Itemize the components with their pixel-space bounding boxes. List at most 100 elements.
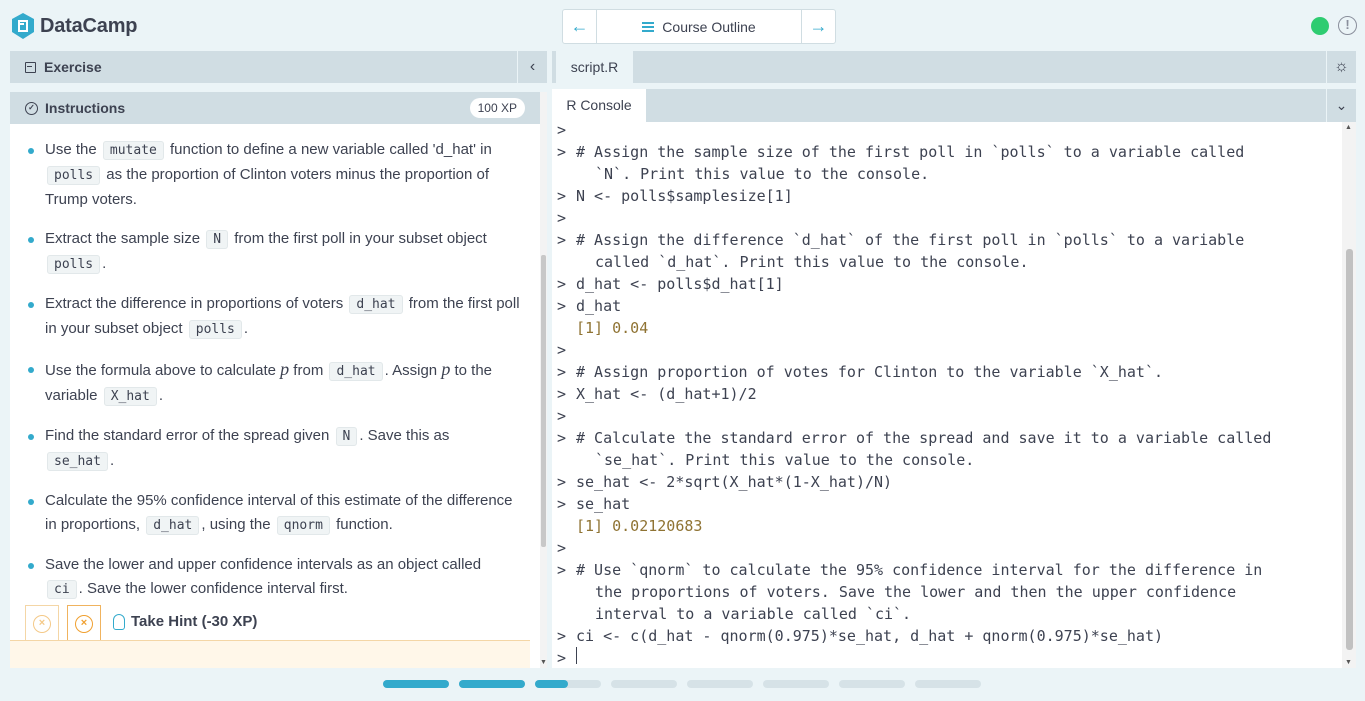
progress-segment[interactable]: [383, 680, 449, 688]
console-line: > se_hat <- 2*sqrt(X_hat*(1-X_hat)/N): [557, 471, 1343, 493]
console-line: `N`. Print this value to the console.: [557, 163, 1343, 185]
instruction-item: Extract the difference in proportions of…: [26, 292, 520, 342]
instructions-header: ✓ Instructions 100 XP: [10, 92, 540, 124]
console-prompt: >: [557, 187, 567, 205]
scroll-down-icon[interactable]: ▼: [1345, 659, 1352, 666]
hint-tab-2[interactable]: ×: [67, 605, 101, 641]
console-line: interval to a variable called `ci`.: [557, 603, 1343, 625]
console-line: called `d_hat`. Print this value to the …: [557, 251, 1343, 273]
scroll-up-icon[interactable]: ▲: [1345, 124, 1352, 131]
console-text: # Use `qnorm` to calculate the 95% confi…: [576, 561, 1263, 579]
instructions-scrollbar[interactable]: ▼: [540, 92, 547, 668]
instructions-label: Instructions: [45, 100, 126, 116]
instruction-text: Extract the sample size: [45, 230, 205, 247]
r-console[interactable]: > > # Assign the sample size of the first …: [552, 122, 1356, 668]
progress-fill: [459, 680, 525, 688]
instruction-item: Use the mutate function to define a new …: [26, 138, 520, 212]
tab-r-console[interactable]: R Console: [552, 89, 646, 122]
inline-code: mutate: [102, 141, 164, 160]
course-outline-button[interactable]: Course Outline: [597, 10, 801, 43]
console-prompt: >: [557, 385, 567, 403]
console-prompt: >: [557, 341, 567, 359]
instruction-text: , using the: [201, 516, 275, 533]
console-line: > X_hat <- (d_hat+1)/2: [557, 383, 1343, 405]
close-circle-icon: ×: [75, 614, 93, 633]
console-prompt: >: [557, 539, 567, 557]
console-text: se_hat <- 2*sqrt(X_hat*(1-X_hat)/N): [576, 473, 893, 491]
console-text: # Calculate the standard error of the sp…: [576, 429, 1272, 447]
collapse-console-button[interactable]: ⌄: [1326, 89, 1356, 122]
scrollbar-thumb[interactable]: [541, 255, 546, 547]
console-line: >: [557, 647, 1343, 668]
instruction-text: from: [289, 362, 328, 379]
console-prompt: >: [557, 495, 567, 513]
console-text: d_hat: [576, 297, 622, 315]
instruction-text: Find the standard error of the spread gi…: [45, 427, 334, 444]
editor-settings-button[interactable]: ☼: [1327, 51, 1356, 83]
hint-tab-1[interactable]: ×: [25, 605, 59, 641]
instruction-item: Calculate the 95% confidence interval of…: [26, 489, 520, 538]
progress-segment[interactable]: [687, 680, 753, 688]
console-prompt: >: [557, 407, 567, 425]
console-output: > > # Assign the sample size of the first …: [557, 122, 1343, 668]
progress-segment[interactable]: [839, 680, 905, 688]
console-prompt: [557, 317, 576, 339]
console-line: > # Calculate the standard error of the s…: [557, 427, 1343, 449]
console-line: > # Assign the difference `d_hat` of the …: [557, 229, 1343, 251]
connection-status-icon: [1311, 17, 1329, 35]
tab-script-r[interactable]: script.R: [556, 51, 633, 83]
console-line: > # Use `qnorm` to calculate the 95% conf…: [557, 559, 1343, 581]
scrollbar-thumb[interactable]: [1346, 249, 1353, 650]
scroll-down-icon[interactable]: ▼: [540, 659, 547, 666]
exercise-icon: [25, 61, 36, 73]
datacamp-logo[interactable]: DataCamp: [10, 12, 138, 40]
instruction-text: as the proportion of Clinton voters minu…: [45, 166, 490, 208]
sun-icon: ☼: [1334, 58, 1349, 75]
next-exercise-button[interactable]: →: [801, 10, 835, 43]
console-prompt: >: [557, 561, 567, 579]
instructions-list: Use the mutate function to define a new …: [10, 124, 540, 602]
console-text: N <- polls$samplesize[1]: [576, 187, 793, 205]
progress-segment[interactable]: [763, 680, 829, 688]
progress-segment[interactable]: [535, 680, 601, 688]
instruction-item: Save the lower and upper confidence inte…: [26, 553, 520, 602]
console-prompt: >: [557, 143, 567, 161]
take-hint-button[interactable]: Take Hint (-30 XP): [113, 613, 257, 630]
instruction-text: Extract the difference in proportions of…: [45, 295, 348, 312]
instruction-item: Find the standard error of the spread gi…: [26, 424, 520, 474]
console-text: `N`. Print this value to the console.: [595, 165, 930, 183]
collapse-panel-button[interactable]: ‹: [517, 51, 547, 83]
menu-icon: [642, 20, 655, 34]
progress-segment[interactable]: [459, 680, 525, 688]
math-variable: p: [280, 359, 290, 379]
console-text: # Assign the sample size of the first po…: [576, 143, 1245, 161]
arrow-right-icon: →: [809, 16, 828, 36]
console-text: `se_hat`. Print this value to the consol…: [595, 451, 975, 469]
console-text: d_hat <- polls$d_hat[1]: [576, 275, 784, 293]
brand-name: DataCamp: [40, 14, 138, 37]
console-prompt: >: [557, 231, 567, 249]
instruction-text: . Assign: [384, 362, 442, 379]
previous-exercise-button[interactable]: ←: [563, 10, 597, 43]
exercise-panel: Exercise ‹ ✓ Instructions 100 XP Use the…: [10, 51, 547, 668]
progress-fill: [383, 680, 449, 688]
inline-code: qnorm: [276, 516, 330, 535]
console-scrollbar[interactable]: ▲ ▼: [1342, 122, 1356, 668]
instruction-item: Use the formula above to calculate p fro…: [26, 357, 520, 409]
exercise-header[interactable]: Exercise: [10, 51, 547, 83]
alert-icon[interactable]: !: [1338, 16, 1357, 35]
console-text: the proportions of voters. Save the lowe…: [595, 583, 1237, 601]
console-prompt: >: [557, 297, 567, 315]
console-prompt: >: [557, 209, 567, 227]
console-prompt: >: [557, 275, 567, 293]
top-bar: DataCamp ← Course Outline → !: [0, 0, 1365, 51]
console-line: the proportions of voters. Save the lowe…: [557, 581, 1343, 603]
inline-code: ci: [47, 580, 77, 599]
datacamp-logo-icon: [12, 13, 34, 39]
inline-code: polls: [47, 255, 101, 274]
progress-fill: [535, 680, 568, 688]
instruction-text: . Save this as: [359, 427, 450, 444]
progress-segment[interactable]: [611, 680, 677, 688]
chevron-left-icon: ‹: [529, 58, 536, 75]
progress-segment[interactable]: [915, 680, 981, 688]
